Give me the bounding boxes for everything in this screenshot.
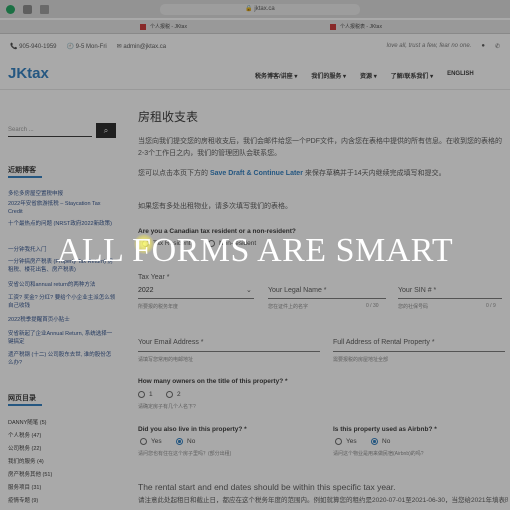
overlay-caption: ALL FORMS ARE SMART [56, 232, 454, 269]
